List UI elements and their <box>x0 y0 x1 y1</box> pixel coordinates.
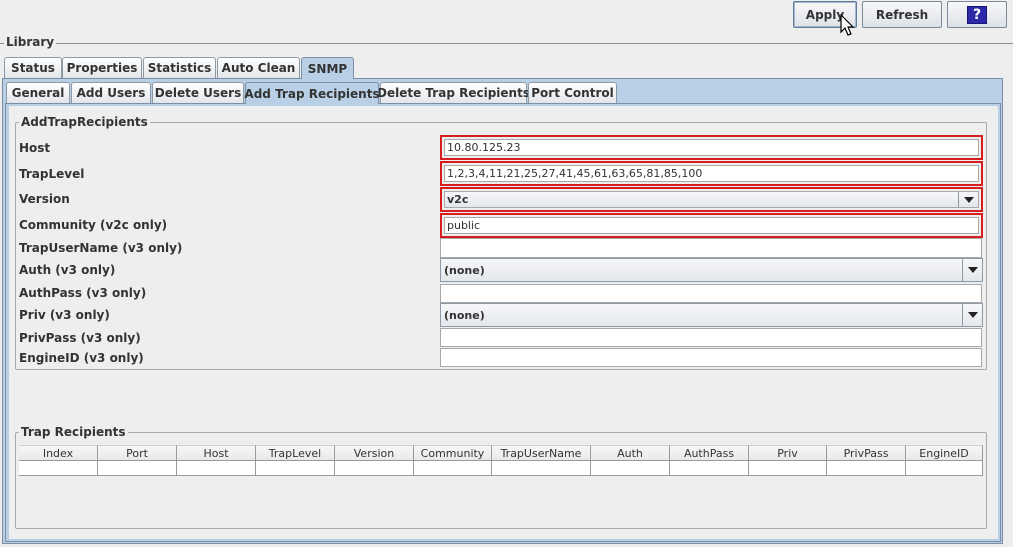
traplevel-label: TrapLevel <box>19 167 85 181</box>
engineid-input[interactable] <box>440 348 982 367</box>
column-header-community[interactable]: Community <box>414 445 492 460</box>
mouse-pointer-icon <box>840 14 855 36</box>
table-row[interactable] <box>19 461 983 476</box>
priv-select[interactable]: (none) <box>440 303 983 327</box>
tab-statistics[interactable]: Statistics <box>143 57 216 78</box>
library-divider <box>0 43 1013 44</box>
tab-add-trap-recipients[interactable]: Add Trap Recipients <box>244 82 380 104</box>
table-cell[interactable] <box>177 461 256 476</box>
table-cell[interactable] <box>591 461 670 476</box>
table-cell[interactable] <box>827 461 906 476</box>
tab-add-users[interactable]: Add Users <box>71 82 151 103</box>
host-label: Host <box>19 141 51 155</box>
table-cell[interactable] <box>256 461 335 476</box>
column-header-version[interactable]: Version <box>335 445 414 460</box>
tab-delete-trap-recipients[interactable]: Delete Trap Recipients <box>377 82 530 103</box>
traplevel-input[interactable]: 1,2,3,4,11,21,25,27,41,45,61,63,65,81,85… <box>444 165 979 182</box>
table-cell[interactable] <box>906 461 983 476</box>
table-cell[interactable] <box>335 461 414 476</box>
add-trap-recipients-title: AddTrapRecipients <box>19 115 150 129</box>
trap-recipients-title: Trap Recipients <box>19 425 128 439</box>
column-header-host[interactable]: Host <box>177 445 256 460</box>
column-header-engineid[interactable]: EngineID <box>906 445 983 460</box>
host-input[interactable]: 10.80.125.23 <box>444 139 979 156</box>
library-title: Library <box>4 35 57 49</box>
version-label: Version <box>19 192 70 206</box>
column-header-trapusername[interactable]: TrapUserName <box>492 445 591 460</box>
auth-label: Auth (v3 only) <box>19 263 116 277</box>
privpass-label: PrivPass (v3 only) <box>19 331 141 345</box>
column-header-auth[interactable]: Auth <box>591 445 670 460</box>
traplevel-field-error-border: 1,2,3,4,11,21,25,27,41,45,61,63,65,81,85… <box>440 161 983 186</box>
table-cell[interactable] <box>414 461 492 476</box>
column-header-index[interactable]: Index <box>19 445 98 460</box>
trapusername-label: TrapUserName (v3 only) <box>19 241 183 255</box>
chevron-down-icon[interactable] <box>962 259 982 281</box>
column-header-authpass[interactable]: AuthPass <box>670 445 749 460</box>
tab-properties[interactable]: Properties <box>62 57 142 78</box>
version-select[interactable]: v2c <box>444 191 979 208</box>
table-cell[interactable] <box>98 461 177 476</box>
help-button[interactable]: ? <box>947 1 1007 28</box>
tab-status[interactable]: Status <box>4 57 62 78</box>
auth-select-value: (none) <box>444 263 485 277</box>
version-field-error-border: v2c <box>440 187 983 212</box>
engineid-label: EngineID (v3 only) <box>19 351 144 365</box>
community-label: Community (v2c only) <box>19 218 168 232</box>
tab-delete-users[interactable]: Delete Users <box>152 82 244 103</box>
community-field-error-border: public <box>440 213 983 238</box>
host-field-error-border: 10.80.125.23 <box>440 135 983 160</box>
table-cell[interactable] <box>670 461 749 476</box>
column-header-priv[interactable]: Priv <box>749 445 827 460</box>
priv-label: Priv (v3 only) <box>19 308 110 322</box>
priv-select-value: (none) <box>444 308 485 322</box>
tab-auto-clean[interactable]: Auto Clean <box>217 57 300 78</box>
table-cell[interactable] <box>492 461 591 476</box>
version-select-value: v2c <box>447 193 469 206</box>
refresh-button[interactable]: Refresh <box>862 1 942 28</box>
trap-recipients-table-header: Index Port Host TrapLevel Version Commun… <box>19 445 983 461</box>
authpass-label: AuthPass (v3 only) <box>19 286 147 300</box>
column-header-port[interactable]: Port <box>98 445 177 460</box>
chevron-down-icon[interactable] <box>958 192 978 207</box>
tab-port-control[interactable]: Port Control <box>528 82 617 103</box>
auth-select[interactable]: (none) <box>440 258 983 282</box>
tab-snmp[interactable]: SNMP <box>301 57 354 79</box>
column-header-privpass[interactable]: PrivPass <box>827 445 906 460</box>
table-cell[interactable] <box>19 461 98 476</box>
help-icon: ? <box>967 5 987 24</box>
tab-general[interactable]: General <box>6 82 70 103</box>
community-input[interactable]: public <box>444 217 979 234</box>
chevron-down-icon[interactable] <box>962 304 982 326</box>
privpass-input[interactable] <box>440 328 982 347</box>
trapusername-input[interactable] <box>440 238 982 258</box>
column-header-traplevel[interactable]: TrapLevel <box>256 445 335 460</box>
authpass-input[interactable] <box>440 284 982 303</box>
table-cell[interactable] <box>749 461 827 476</box>
